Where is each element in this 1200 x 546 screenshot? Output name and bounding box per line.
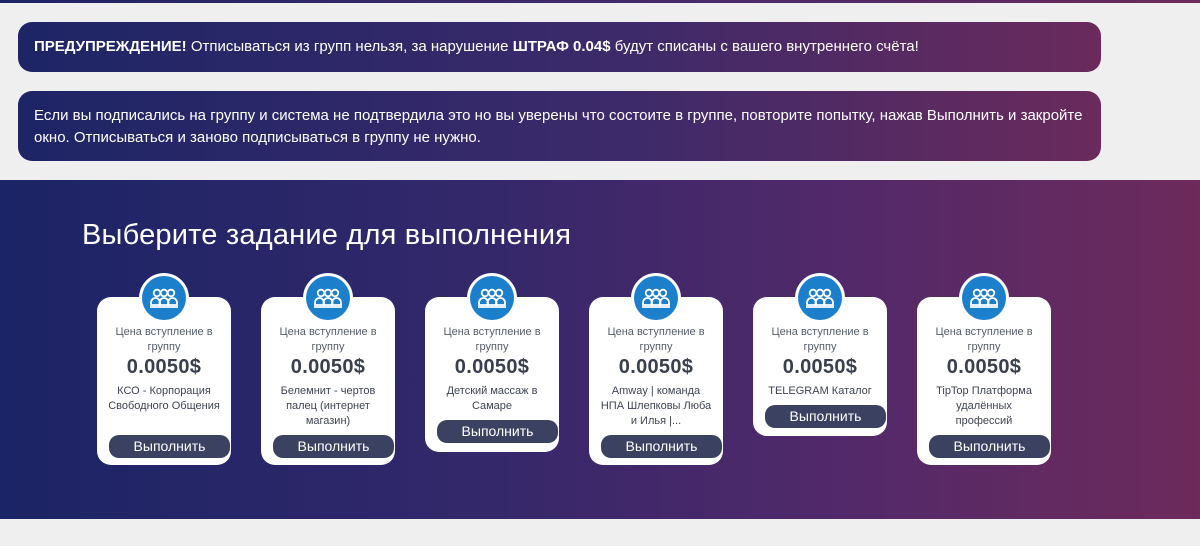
task-name: TipTop Платформа удалённых профессий [936, 385, 1032, 427]
task-price: 0.0050$ [126, 356, 202, 378]
task-name: TELEGRAM Каталог [768, 385, 872, 397]
task-price: 0.0050$ [946, 356, 1022, 378]
task-name: Белемнит - чертов палец (интернет магази… [280, 385, 376, 427]
task-price-label: Цена вступление в группу [771, 326, 869, 353]
run-task-button[interactable]: Выполнить [929, 435, 1050, 458]
warning-banner: ПРЕДУПРЕЖДЕНИЕ! Отписываться из групп не… [18, 22, 1101, 72]
warning-text-after: будут списаны с вашего внутреннего счёта… [610, 38, 919, 55]
group-icon [303, 273, 353, 323]
task-name: КСО - Корпорация Свободного Общения [108, 385, 220, 412]
warning-text-before: Отписываться из групп нельзя, за нарушен… [186, 38, 513, 55]
task-price: 0.0050$ [290, 356, 366, 378]
task-price: 0.0050$ [454, 356, 530, 378]
run-task-button[interactable]: Выполнить [109, 435, 230, 458]
run-task-button[interactable]: Выполнить [437, 420, 558, 443]
warning-label: ПРЕДУПРЕЖДЕНИЕ! [34, 38, 187, 55]
task-name: Amway | команда НПА Шлепковы Люба и Илья… [600, 385, 712, 427]
task-price-label: Цена вступление в группу [115, 326, 213, 353]
top-accent-line [0, 0, 1200, 3]
task-name: Детский массаж в Самаре [446, 385, 538, 412]
info-text: Если вы подписались на группу и система … [34, 107, 1083, 146]
run-task-button[interactable]: Выполнить [765, 405, 886, 428]
task-price-label: Цена вступление в группу [443, 326, 541, 353]
task-price-label: Цена вступление в группу [607, 326, 705, 353]
task-price-label: Цена вступление в группу [935, 326, 1033, 353]
run-task-button[interactable]: Выполнить [601, 435, 722, 458]
section-title: Выберите задание для выполнения [82, 219, 572, 251]
group-icon [631, 273, 681, 323]
group-icon [795, 273, 845, 323]
group-icon [467, 273, 517, 323]
tasks-section: Выберите задание для выполнения Цена вст… [0, 180, 1200, 519]
info-banner: Если вы подписались на группу и система … [18, 91, 1101, 161]
task-price: 0.0050$ [618, 356, 694, 378]
warning-fine: ШТРАФ 0.04$ [512, 38, 611, 55]
run-task-button[interactable]: Выполнить [273, 435, 394, 458]
group-icon [959, 273, 1009, 323]
group-icon [139, 273, 189, 323]
task-price: 0.0050$ [782, 356, 858, 378]
task-price-label: Цена вступление в группу [279, 326, 377, 353]
